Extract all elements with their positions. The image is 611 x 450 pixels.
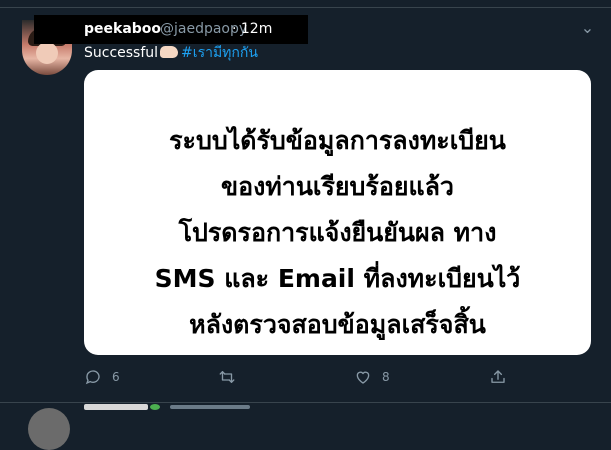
card-line: SMS และ Email ที่ลงทะเบียนไว้ xyxy=(154,264,521,293)
like-count: 8 xyxy=(382,370,390,384)
next-tweet-avatar[interactable] xyxy=(28,408,70,450)
heart-icon xyxy=(356,371,370,384)
timeline: peekaboo @jaedpaopy · 12m ⌄ Successful #เ… xyxy=(0,0,611,450)
card-line: ของท่านเรียบร้อยแล้ว xyxy=(221,172,454,201)
hashtag-link[interactable]: #เรามีทุกกัน xyxy=(181,45,258,61)
reply-button[interactable]: 6 xyxy=(84,365,120,389)
card-line: หลังตรวจสอบข้อมูลเสร็จสิ้น xyxy=(189,310,486,339)
avatar-face xyxy=(36,42,58,64)
media-image[interactable]: ระบบได้รับข้อมูลการลงทะเบียน ของท่านเรีย… xyxy=(84,70,591,355)
next-tweet-handle-redacted xyxy=(170,405,250,409)
share-button[interactable] xyxy=(489,365,507,389)
display-name[interactable]: peekaboo xyxy=(84,21,161,37)
leaf-emoji-icon xyxy=(150,404,160,410)
tweet[interactable]: peekaboo @jaedpaopy · 12m ⌄ Successful #เ… xyxy=(0,8,611,403)
more-options-icon[interactable]: ⌄ xyxy=(578,20,598,38)
card-line: โปรดรอการแจ้งยืนยันผล ทาง xyxy=(178,218,497,247)
card-line: ระบบได้รับข้อมูลการลงทะเบียน xyxy=(169,126,506,155)
next-tweet-preview[interactable] xyxy=(0,402,611,450)
previous-tweet-divider xyxy=(0,0,611,8)
tweet-actions: 6 8 xyxy=(0,365,611,389)
like-button[interactable]: 8 xyxy=(354,365,390,389)
reply-icon xyxy=(85,370,100,385)
next-tweet-name-redacted xyxy=(84,404,148,410)
share-icon xyxy=(491,370,505,383)
reply-count: 6 xyxy=(112,370,120,384)
tweet-timestamp[interactable]: · 12m xyxy=(232,21,272,37)
handshake-emoji-icon xyxy=(160,46,179,58)
tweet-text: Successful #เรามีทุกกัน xyxy=(84,42,258,64)
tweet-text-prefix: Successful xyxy=(84,45,159,61)
retweet-button[interactable] xyxy=(218,365,246,389)
retweet-icon xyxy=(219,371,235,383)
